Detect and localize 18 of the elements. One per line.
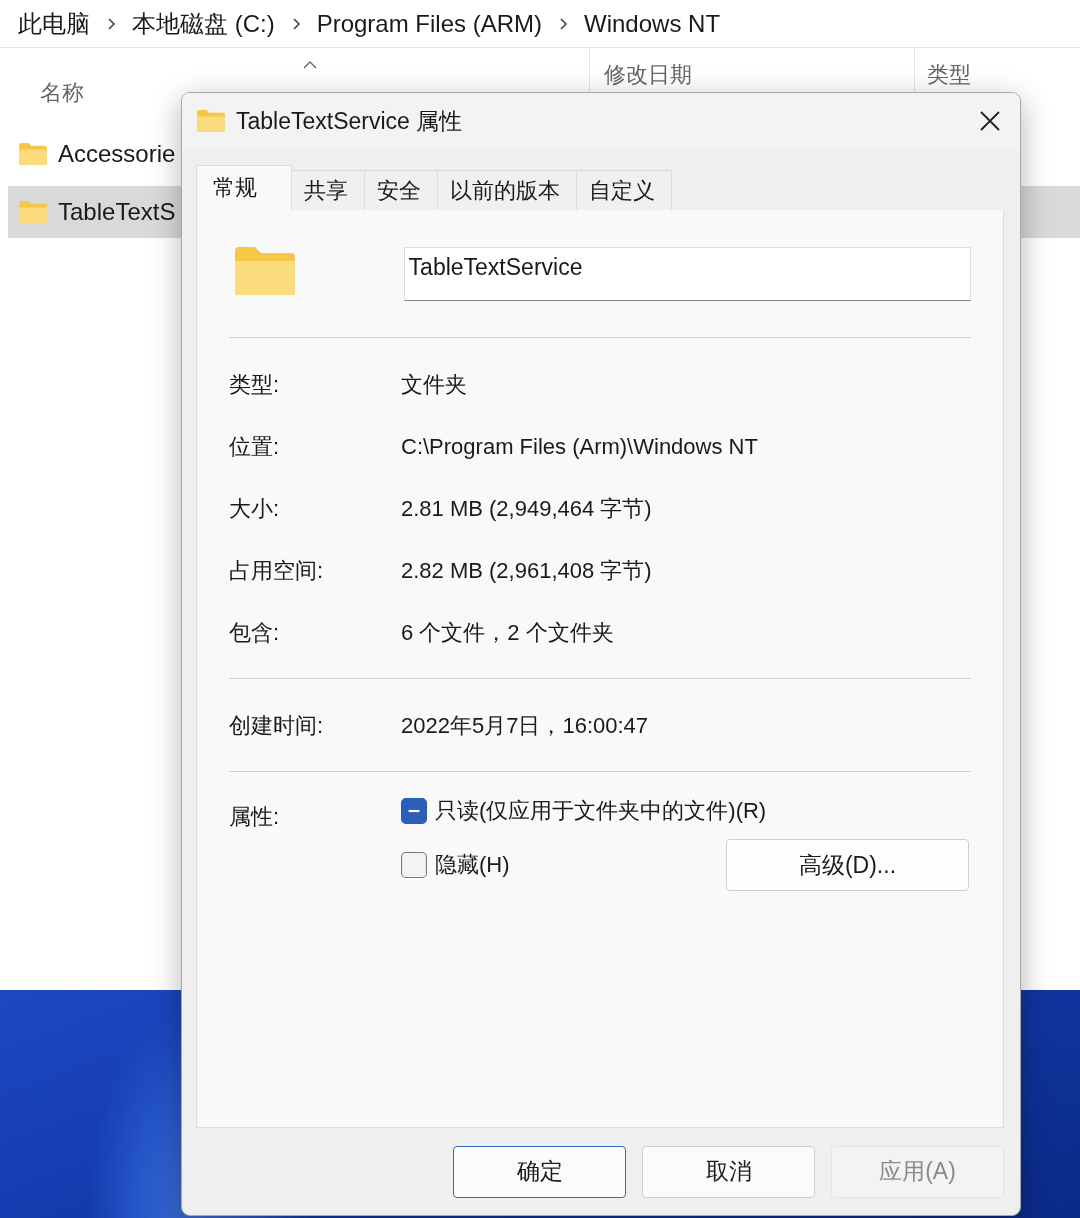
property-label: 创建时间: — [229, 712, 325, 740]
window-title: TableTextService 属性 — [236, 106, 463, 136]
property-value: 文件夹 — [401, 371, 467, 399]
file-name: Accessorie — [58, 140, 176, 168]
property-label: 属性: — [229, 803, 281, 831]
checkbox-label: 只读(仅应用于文件夹中的文件)(R) — [435, 797, 767, 825]
property-value: 2022年5月7日，16:00:47 — [401, 712, 649, 740]
property-label: 包含: — [229, 619, 281, 647]
property-label: 类型: — [229, 371, 281, 399]
property-label: 位置: — [229, 433, 281, 461]
property-label: 大小: — [229, 495, 281, 523]
property-label: 占用空间: — [229, 557, 325, 585]
checkbox-label: 隐藏(H) — [435, 851, 510, 879]
property-value: 6 个文件，2 个文件夹 — [401, 619, 614, 647]
property-value: 2.82 MB (2,961,408 字节) — [401, 557, 652, 585]
file-name: TableTextS — [58, 198, 176, 226]
property-value: 2.81 MB (2,949,464 字节) — [401, 495, 652, 523]
property-value: C:\Program Files (Arm)\Windows NT — [401, 434, 758, 460]
